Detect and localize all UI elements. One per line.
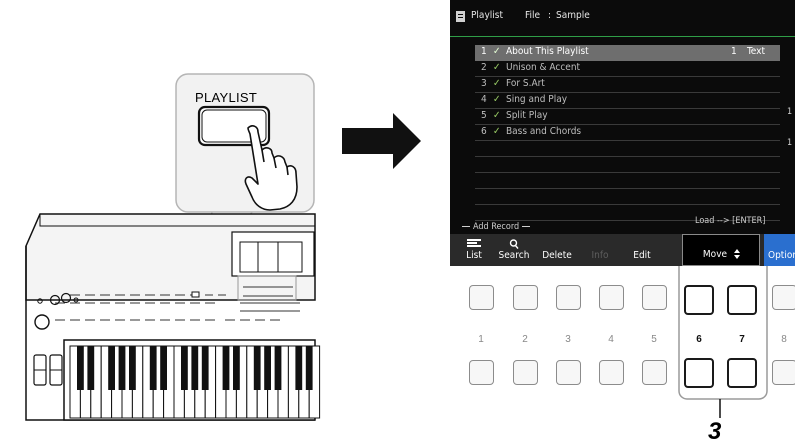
playlist-screen: Playlist File : Sample 1 ✓ About This Pl… [450,0,795,266]
button-number: 6 [696,334,702,345]
empty-row [475,189,780,205]
button-number: 7 [739,334,745,345]
empty-row [475,157,780,173]
upper-button-7[interactable] [727,285,757,315]
playlist-icon [456,11,465,22]
black-key [129,346,136,390]
lower-button-8[interactable] [772,360,795,385]
upper-button-2[interactable] [513,285,538,310]
check-icon: ✓ [493,126,501,137]
playlist-button-label: PLAYLIST [195,90,258,105]
file-name: Sample [556,10,590,21]
black-key [233,346,240,390]
black-key [295,346,303,390]
record-page: 1 [731,46,737,57]
black-key [191,346,199,390]
up-down-arrow-icon [734,249,740,259]
lower-button-4[interactable] [599,360,624,385]
step-number: 3 [708,418,722,445]
add-record-label: Add Record [462,222,530,232]
button-number: 3 [565,334,571,345]
button-number: 8 [781,334,787,345]
option-button[interactable]: Option [764,234,795,266]
upper-button-5[interactable] [642,285,667,310]
upper-button-4[interactable] [599,285,624,310]
search-label: Search [498,250,530,261]
empty-row [475,141,780,157]
record-type: Text [747,46,766,57]
button-number: 2 [522,334,528,345]
check-icon: ✓ [493,78,501,89]
upper-button-6[interactable] [684,285,714,315]
file-label: File [525,10,540,21]
screen-title: Playlist [471,10,503,21]
edge-mark: 1 [787,138,793,148]
upper-button-8[interactable] [772,285,795,310]
black-key [118,346,126,390]
delete-label: Delete [542,250,572,261]
black-key [77,346,84,390]
lower-button-6[interactable] [684,358,714,388]
black-keys [77,346,313,390]
move-button[interactable]: Move [682,234,760,266]
empty-row [475,173,780,189]
file-separator: : [548,10,552,21]
lower-button-3[interactable] [556,360,581,385]
search-icon [509,239,519,249]
black-key [181,346,188,390]
load-hint: Load --> [ENTER] [695,216,766,226]
lower-button-5[interactable] [642,360,667,385]
black-key [253,346,261,390]
right-arrow-icon [342,113,421,169]
check-icon: ✓ [493,46,501,57]
delete-button[interactable]: Delete [536,234,578,266]
upper-button-1[interactable] [469,285,494,310]
check-icon: ✓ [493,94,501,105]
black-key [305,346,313,390]
info-button[interactable]: Info [580,234,620,266]
record-row[interactable]: 2 ✓ Unison & Accent [475,61,780,77]
list-icon [467,239,481,247]
lower-button-7[interactable] [727,358,757,388]
lower-button-1[interactable] [469,360,494,385]
edit-button[interactable]: Edit [622,234,662,266]
search-button[interactable]: Search [494,234,534,266]
black-key [264,346,271,390]
black-key [222,346,230,390]
black-key [149,346,157,390]
edit-label: Edit [633,250,651,261]
upper-button-3[interactable] [556,285,581,310]
info-label: Info [591,250,609,261]
black-key [108,346,115,390]
black-key [160,346,167,390]
function-bar: List Search Delete Info Edit Move Option [450,234,795,266]
check-icon: ✓ [493,110,501,121]
record-row[interactable]: 1 ✓ About This Playlist 1 Text [475,45,780,61]
record-row[interactable]: 4 ✓ Sing and Play [475,93,780,109]
edge-mark: 1 [787,107,793,117]
check-icon: ✓ [493,62,501,73]
button-number: 5 [651,334,657,345]
button-number: 4 [608,334,614,345]
lower-button-2[interactable] [513,360,538,385]
list-label: List [466,250,482,261]
list-button[interactable]: List [454,234,494,266]
option-label: Option [768,250,795,261]
screen-header: Playlist File : Sample [450,0,795,37]
record-list: 1 ✓ About This Playlist 1 Text 2 ✓ Uniso… [475,45,780,221]
black-key [274,346,282,390]
record-row[interactable]: 5 ✓ Split Play [475,109,780,125]
record-row[interactable]: 6 ✓ Bass and Chords [475,125,780,141]
black-key [87,346,95,390]
button-number: 1 [478,334,484,345]
black-key [201,346,209,390]
record-row[interactable]: 3 ✓ For S.Art [475,77,780,93]
